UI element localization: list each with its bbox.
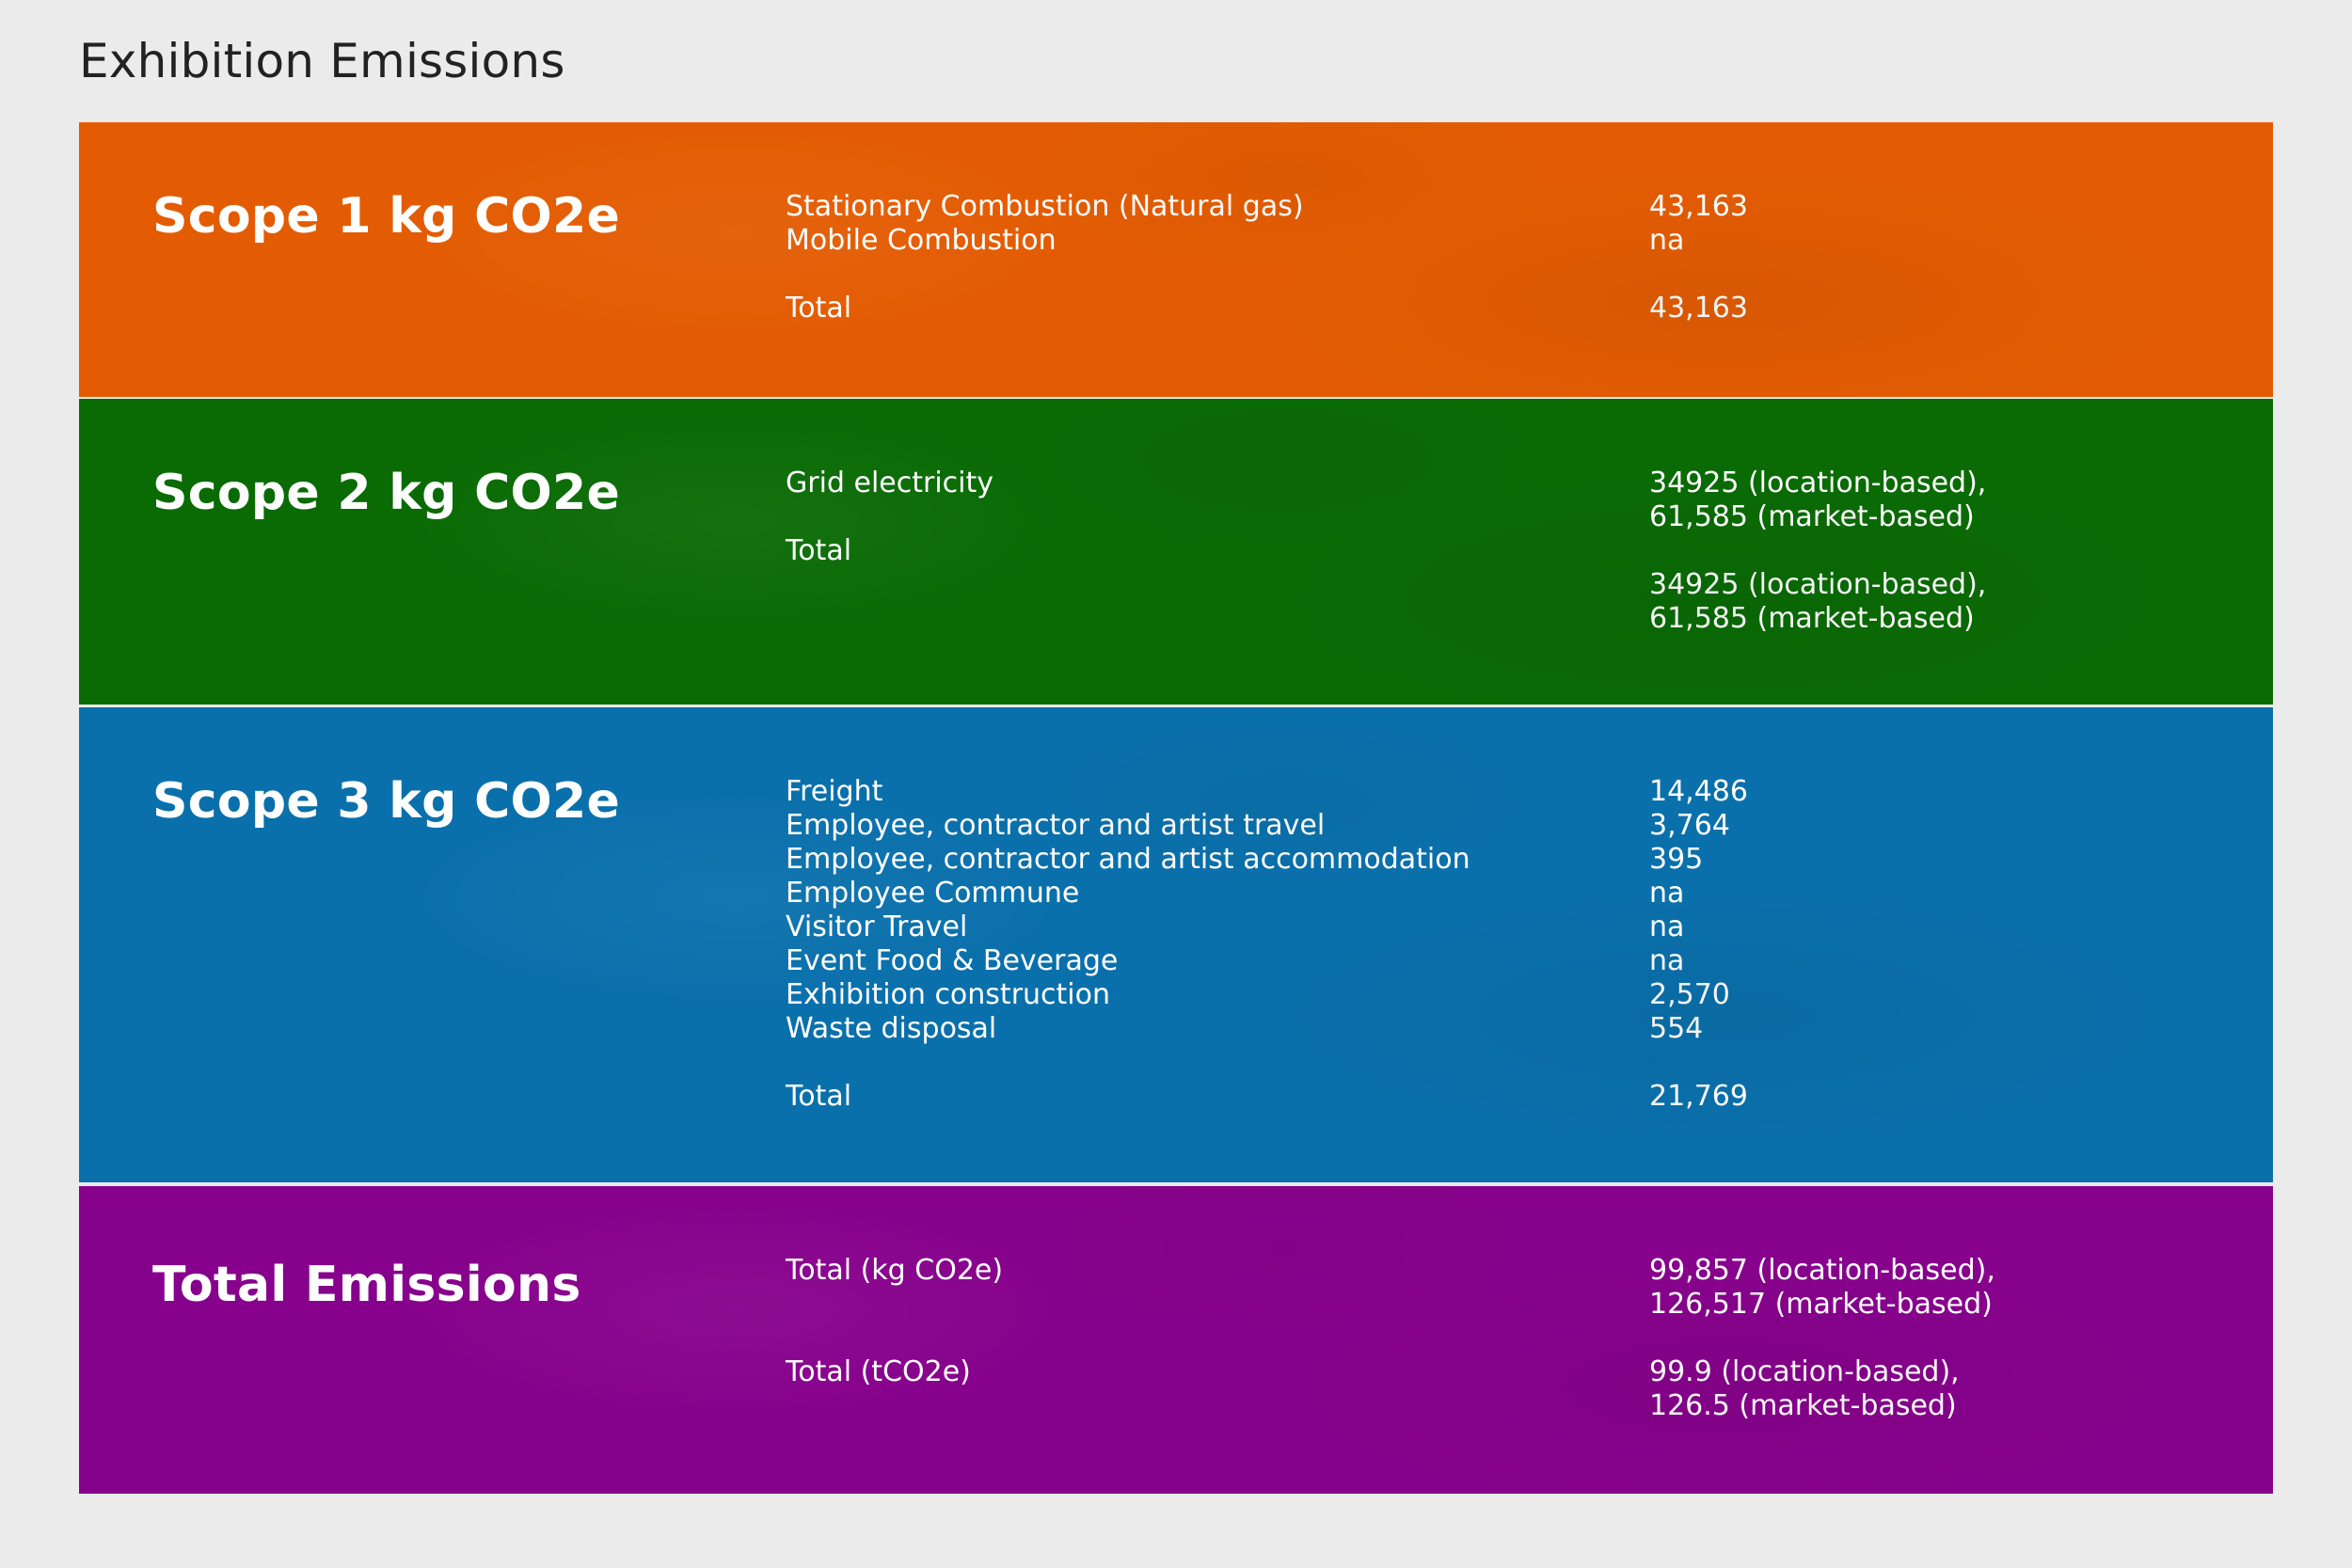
row-label: Employee Commune [786,877,1080,910]
row-label: Total (kg CO2e) [786,1254,1004,1287]
row-label: Event Food & Beverage [786,944,1119,977]
row-value: na [1649,224,1685,257]
row-label: Exhibition construction [786,978,1110,1011]
row-label: Total (tCO2e) [786,1355,971,1388]
row-value: 2,570 [1649,978,1730,1011]
row-value: 99,857 (location-based), 126,517 (market… [1649,1254,1995,1322]
row-value: 99.9 (location-based), 126.5 (market-bas… [1649,1355,1960,1423]
row-value: 395 [1649,843,1704,876]
row-label: Stationary Combustion (Natural gas) [786,190,1304,223]
value-line: 99.9 (location-based), [1649,1355,1960,1388]
row-label: Visitor Travel [786,911,968,943]
value-line: 34925 (location-based), [1649,568,1987,601]
row-value: 14,486 [1649,775,1748,808]
scope1-heading: Scope 1 kg CO2e [152,188,621,245]
row-value: 21,769 [1649,1080,1748,1113]
scope2-heading: Scope 2 kg CO2e [152,465,621,521]
row-value: 43,163 [1649,190,1748,223]
value-line: 99,857 (location-based), [1649,1254,1995,1287]
total-emissions-heading: Total Emissions [152,1257,581,1313]
page-title: Exhibition Emissions [79,34,565,88]
row-value: 3,764 [1649,809,1730,842]
row-value: 34925 (location-based), 61,585 (market-b… [1649,568,1986,636]
row-label: Mobile Combustion [786,224,1057,257]
scope2-panel: Scope 2 kg CO2e Grid electricity 34925 (… [79,399,2273,705]
row-value: na [1649,944,1685,977]
row-label: Grid electricity [786,467,994,499]
row-value: 34925 (location-based), 61,585 (market-b… [1649,467,1986,534]
row-label: Freight [786,775,883,808]
row-label: Waste disposal [786,1012,997,1045]
value-line: 61,585 (market-based) [1649,602,1975,635]
scope3-panel: Scope 3 kg CO2e Freight 14,486 Employee,… [79,707,2273,1182]
row-label: Employee, contractor and artist travel [786,809,1326,842]
row-value: 554 [1649,1012,1704,1045]
value-line: 126,517 (market-based) [1649,1288,1993,1321]
row-label: Employee, contractor and artist accommod… [786,843,1470,876]
row-label: Total [786,1080,852,1113]
value-line: 34925 (location-based), [1649,467,1987,499]
row-value: na [1649,877,1685,910]
total-emissions-panel: Total Emissions Total (kg CO2e) 99,857 (… [79,1186,2273,1494]
row-label: Total [786,292,852,325]
value-line: 61,585 (market-based) [1649,500,1975,533]
row-label: Total [786,534,852,567]
value-line: 126.5 (market-based) [1649,1389,1957,1422]
row-value: 43,163 [1649,292,1748,325]
scope3-heading: Scope 3 kg CO2e [152,773,621,830]
row-value: na [1649,911,1685,943]
scope1-panel: Scope 1 kg CO2e Stationary Combustion (N… [79,122,2273,397]
